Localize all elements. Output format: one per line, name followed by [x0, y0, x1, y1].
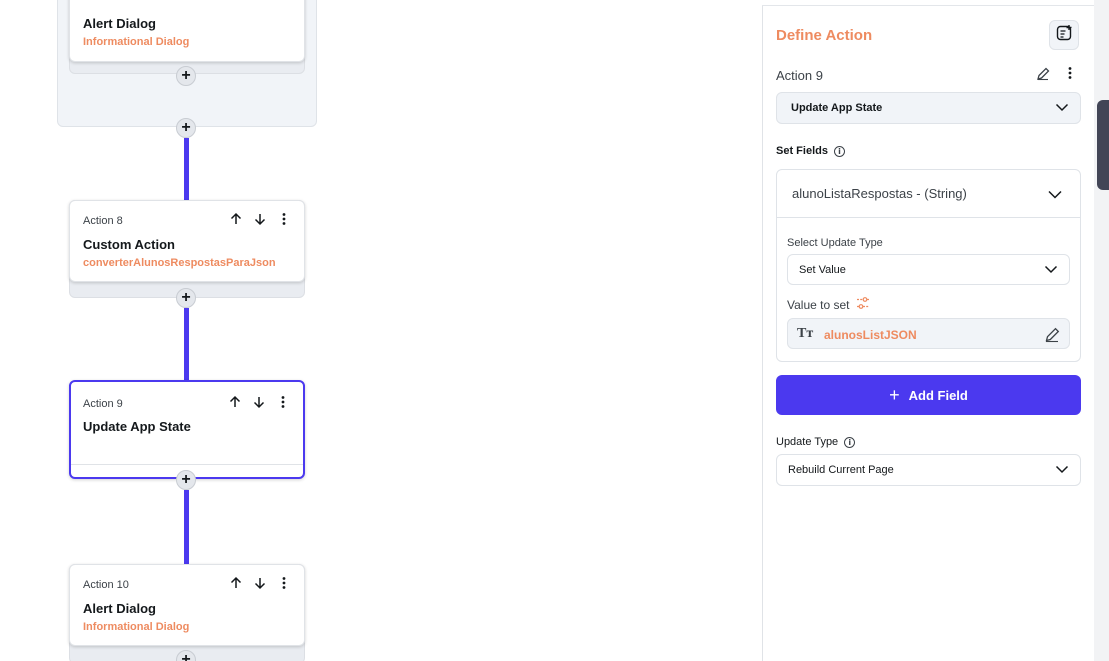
text-type-icon: Tт — [797, 326, 814, 341]
action-type-select[interactable]: Update App State — [776, 92, 1081, 124]
background-window-fragment — [1097, 100, 1109, 190]
add-action-button[interactable]: + — [176, 66, 196, 86]
action-flow-canvas[interactable]: Alert Dialog Informational Dialog + + Ac… — [0, 0, 762, 661]
plus-icon: + — [889, 385, 900, 405]
more-vertical-icon[interactable] — [1063, 66, 1077, 84]
field-selector[interactable]: alunoListaRespostas - (String) — [777, 170, 1080, 218]
chevron-down-icon — [1047, 186, 1063, 202]
action-library-button[interactable] — [1049, 20, 1079, 50]
define-action-panel: Define Action Action 9 Update App State … — [762, 6, 1094, 661]
set-fields-text: Set Fields — [776, 145, 828, 157]
value-to-set-text: Value to set — [787, 297, 850, 312]
rebuild-type-select[interactable]: Rebuild Current Page — [776, 454, 1081, 486]
card-subtitle: converterAlunosRespostasParaJson — [83, 257, 276, 269]
update-type-label: Update Type i — [776, 436, 856, 448]
value-to-set-label: Value to set — [787, 296, 871, 313]
move-up-icon[interactable] — [227, 395, 243, 411]
action-card-9-selected[interactable]: Action 9 Update App State — [69, 380, 305, 479]
card-step-label: Action 8 — [83, 215, 123, 227]
set-fields-label: Set Fields i — [776, 145, 845, 157]
card-subtitle: Informational Dialog — [83, 36, 190, 48]
action-name-label: Action 9 — [776, 68, 823, 83]
action-card-alert-dialog-top[interactable]: Alert Dialog Informational Dialog — [69, 0, 305, 62]
card-title: Custom Action — [83, 237, 175, 252]
select-update-type-label: Select Update Type — [787, 237, 883, 249]
card-step-label: Action 9 — [83, 398, 123, 410]
chevron-down-icon — [1055, 100, 1069, 114]
add-action-button[interactable]: + — [176, 118, 196, 138]
card-title: Alert Dialog — [83, 16, 156, 31]
document-add-icon — [1055, 24, 1073, 47]
more-vertical-icon[interactable] — [275, 395, 291, 411]
update-method-value: Set Value — [799, 263, 846, 276]
flow-connector — [184, 490, 189, 564]
move-up-icon[interactable] — [228, 212, 244, 228]
flow-connector — [184, 138, 189, 200]
card-title: Alert Dialog — [83, 601, 156, 616]
field-name: alunoListaRespostas - (String) — [792, 186, 967, 201]
add-action-button[interactable]: + — [176, 470, 196, 490]
window-edge — [1094, 0, 1109, 661]
card-step-label: Action 10 — [83, 579, 129, 591]
field-config-box: alunoListaRespostas - (String) Select Up… — [776, 169, 1081, 362]
move-down-icon[interactable] — [252, 212, 268, 228]
update-method-select[interactable]: Set Value — [787, 254, 1070, 285]
chevron-down-icon — [1055, 462, 1069, 476]
card-divider — [71, 464, 303, 465]
variable-settings-icon[interactable] — [855, 296, 871, 313]
add-field-button[interactable]: + Add Field — [776, 375, 1081, 415]
action-card-10[interactable]: Action 10 Alert Dialog Informational Dia… — [69, 564, 305, 646]
edit-pencil-icon[interactable] — [1035, 66, 1053, 84]
card-title: Update App State — [83, 419, 191, 434]
action-card-8[interactable]: Action 8 Custom Action converterAlunosRe… — [69, 200, 305, 282]
edit-pencil-icon[interactable] — [1043, 326, 1061, 344]
info-icon[interactable]: i — [844, 436, 856, 448]
panel-title: Define Action — [776, 27, 873, 44]
add-action-button[interactable]: + — [176, 288, 196, 308]
rebuild-type-value: Rebuild Current Page — [788, 464, 894, 476]
bound-variable-name: alunosListJSON — [824, 328, 917, 342]
value-binding[interactable]: Tт alunosListJSON — [787, 318, 1070, 349]
move-down-icon[interactable] — [251, 395, 267, 411]
update-type-text: Update Type — [776, 436, 839, 448]
flow-connector — [184, 308, 189, 382]
add-field-label: Add Field — [908, 387, 968, 403]
more-vertical-icon[interactable] — [276, 212, 292, 228]
move-up-icon[interactable] — [228, 576, 244, 592]
info-icon[interactable]: i — [833, 145, 845, 157]
more-vertical-icon[interactable] — [276, 576, 292, 592]
chevron-down-icon — [1044, 262, 1058, 276]
move-down-icon[interactable] — [252, 576, 268, 592]
card-subtitle: Informational Dialog — [83, 621, 190, 633]
action-type-value: Update App State — [791, 102, 883, 114]
